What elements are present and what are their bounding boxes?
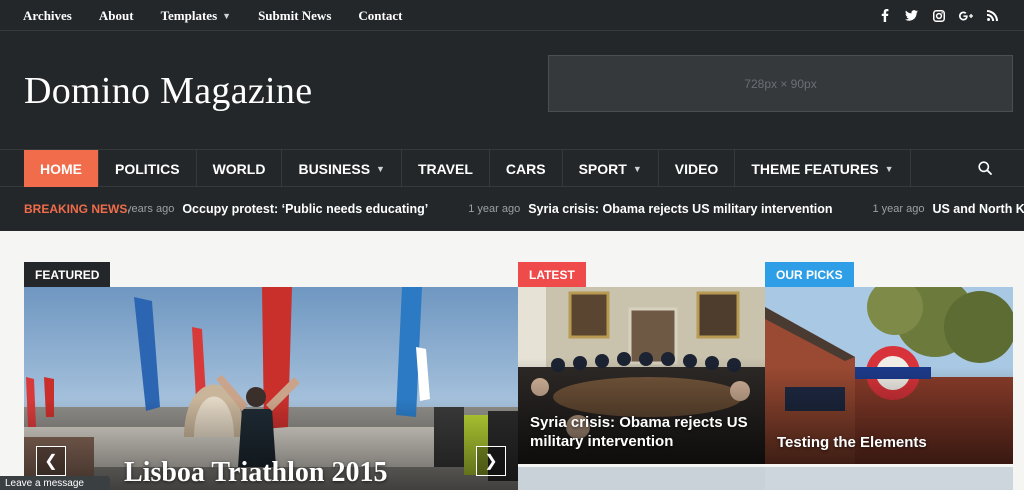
ticker-time: 1 year ago xyxy=(468,203,521,215)
featured-tag: FEATURED xyxy=(24,262,111,287)
latest-card[interactable]: Syria crisis: Obama rejects US military … xyxy=(518,287,765,464)
ticker-time: 1 year ago xyxy=(872,203,925,215)
nav-sport[interactable]: SPORT ▼ xyxy=(563,150,659,187)
chevron-down-icon: ▼ xyxy=(884,163,894,174)
nav-business[interactable]: BUSINESS ▼ xyxy=(282,150,402,187)
nav-politics[interactable]: POLITICS xyxy=(99,150,197,187)
our-picks-title[interactable]: Testing the Elements xyxy=(777,433,1002,452)
site-header: Domino Magazine 728px × 90px xyxy=(0,31,1024,149)
google-plus-icon[interactable] xyxy=(952,0,979,31)
top-bar: Archives About Templates ▼ Submit News Co… xyxy=(0,0,1024,31)
chevron-left-icon: ❮ xyxy=(44,453,58,470)
news-ticker: years ago Occupy protest: ‘Public needs … xyxy=(128,187,1024,231)
rss-icon[interactable] xyxy=(979,0,1006,31)
ticker-item[interactable]: 1 year ago US and North Korea to xyxy=(872,202,1024,216)
top-nav-archives[interactable]: Archives xyxy=(23,8,72,24)
our-picks-card-next[interactable] xyxy=(765,467,1013,490)
leave-message-button[interactable]: Leave a message xyxy=(0,476,110,490)
featured-title[interactable]: Lisboa Triathlon 2015 xyxy=(124,457,387,489)
ticker-headline[interactable]: Occupy protest: ‘Public needs educating’ xyxy=(182,202,428,216)
site-title[interactable]: Domino Magazine xyxy=(24,69,312,113)
latest-tag: LATEST xyxy=(518,262,586,287)
ad-placeholder-text: 728px × 90px xyxy=(744,76,817,91)
main-nav: HOME POLITICS WORLD BUSINESS ▼ TRAVEL CAR… xyxy=(0,149,1024,187)
ticker-headline[interactable]: US and North Korea to xyxy=(932,202,1024,216)
twitter-icon[interactable] xyxy=(898,0,925,31)
nav-theme-features[interactable]: THEME FEATURES ▼ xyxy=(735,150,911,187)
top-nav-submit-news[interactable]: Submit News xyxy=(258,8,331,24)
featured-slider[interactable]: ❮ ❯ Lisboa Triathlon 2015 xyxy=(24,287,518,490)
nav-cars[interactable]: CARS xyxy=(490,150,563,187)
latest-card-next[interactable] xyxy=(518,467,765,490)
ticker-item[interactable]: 1 year ago Syria crisis: Obama rejects U… xyxy=(468,202,832,216)
top-nav-about[interactable]: About xyxy=(99,8,134,24)
slider-next-button[interactable]: ❯ xyxy=(476,446,506,476)
chevron-down-icon: ▼ xyxy=(222,10,232,21)
breaking-news-bar: BREAKING NEWS years ago Occupy protest: … xyxy=(0,187,1024,231)
nav-home[interactable]: HOME xyxy=(24,150,99,187)
slider-prev-button[interactable]: ❮ xyxy=(36,446,66,476)
nav-world[interactable]: WORLD xyxy=(197,150,283,187)
ad-banner[interactable]: 728px × 90px xyxy=(548,55,1013,112)
top-nav: Archives About Templates ▼ Submit News Co… xyxy=(23,0,429,31)
instagram-icon[interactable] xyxy=(925,0,952,31)
nav-video[interactable]: VIDEO xyxy=(659,150,736,187)
search-icon[interactable] xyxy=(978,161,994,177)
latest-title[interactable]: Syria crisis: Obama rejects US military … xyxy=(530,413,755,451)
ticker-headline[interactable]: Syria crisis: Obama rejects US military … xyxy=(528,202,832,216)
chevron-down-icon: ▼ xyxy=(376,163,385,174)
breaking-news-label: BREAKING NEWS xyxy=(24,202,128,216)
nav-travel[interactable]: TRAVEL xyxy=(402,150,490,187)
our-picks-tag: OUR PICKS xyxy=(765,262,854,287)
our-picks-card[interactable]: Testing the Elements xyxy=(765,287,1013,464)
social-icons xyxy=(871,0,1006,31)
chevron-right-icon: ❯ xyxy=(484,453,498,470)
chevron-down-icon: ▼ xyxy=(632,163,642,174)
ticker-item[interactable]: years ago Occupy protest: ‘Public needs … xyxy=(128,202,428,216)
content-area: FEATURED LATEST OUR PICKS ❮ ❯ Lisboa Tri… xyxy=(0,231,1024,490)
top-nav-contact[interactable]: Contact xyxy=(358,8,402,24)
ticker-time: years ago xyxy=(128,203,175,215)
facebook-icon[interactable] xyxy=(871,0,898,31)
top-nav-templates[interactable]: Templates ▼ xyxy=(161,8,232,24)
